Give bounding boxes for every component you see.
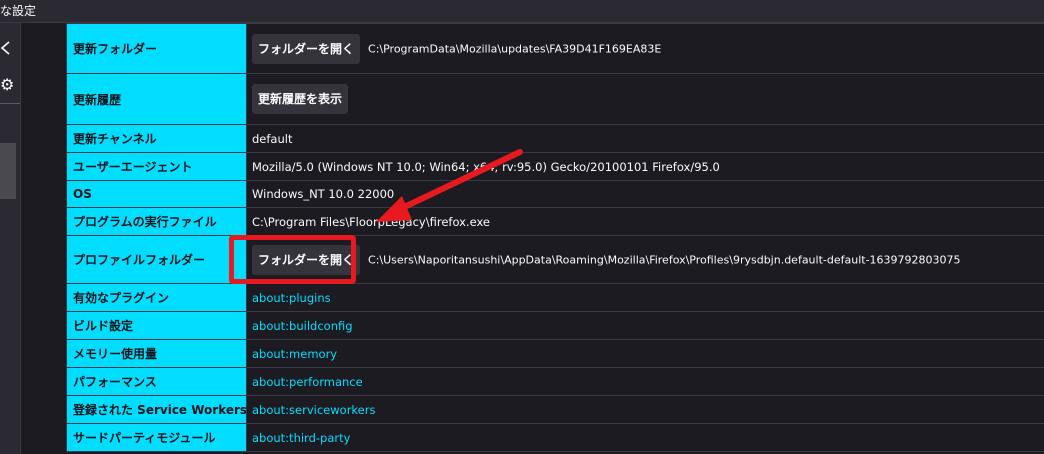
- annotation-arrow: [376, 149, 523, 222]
